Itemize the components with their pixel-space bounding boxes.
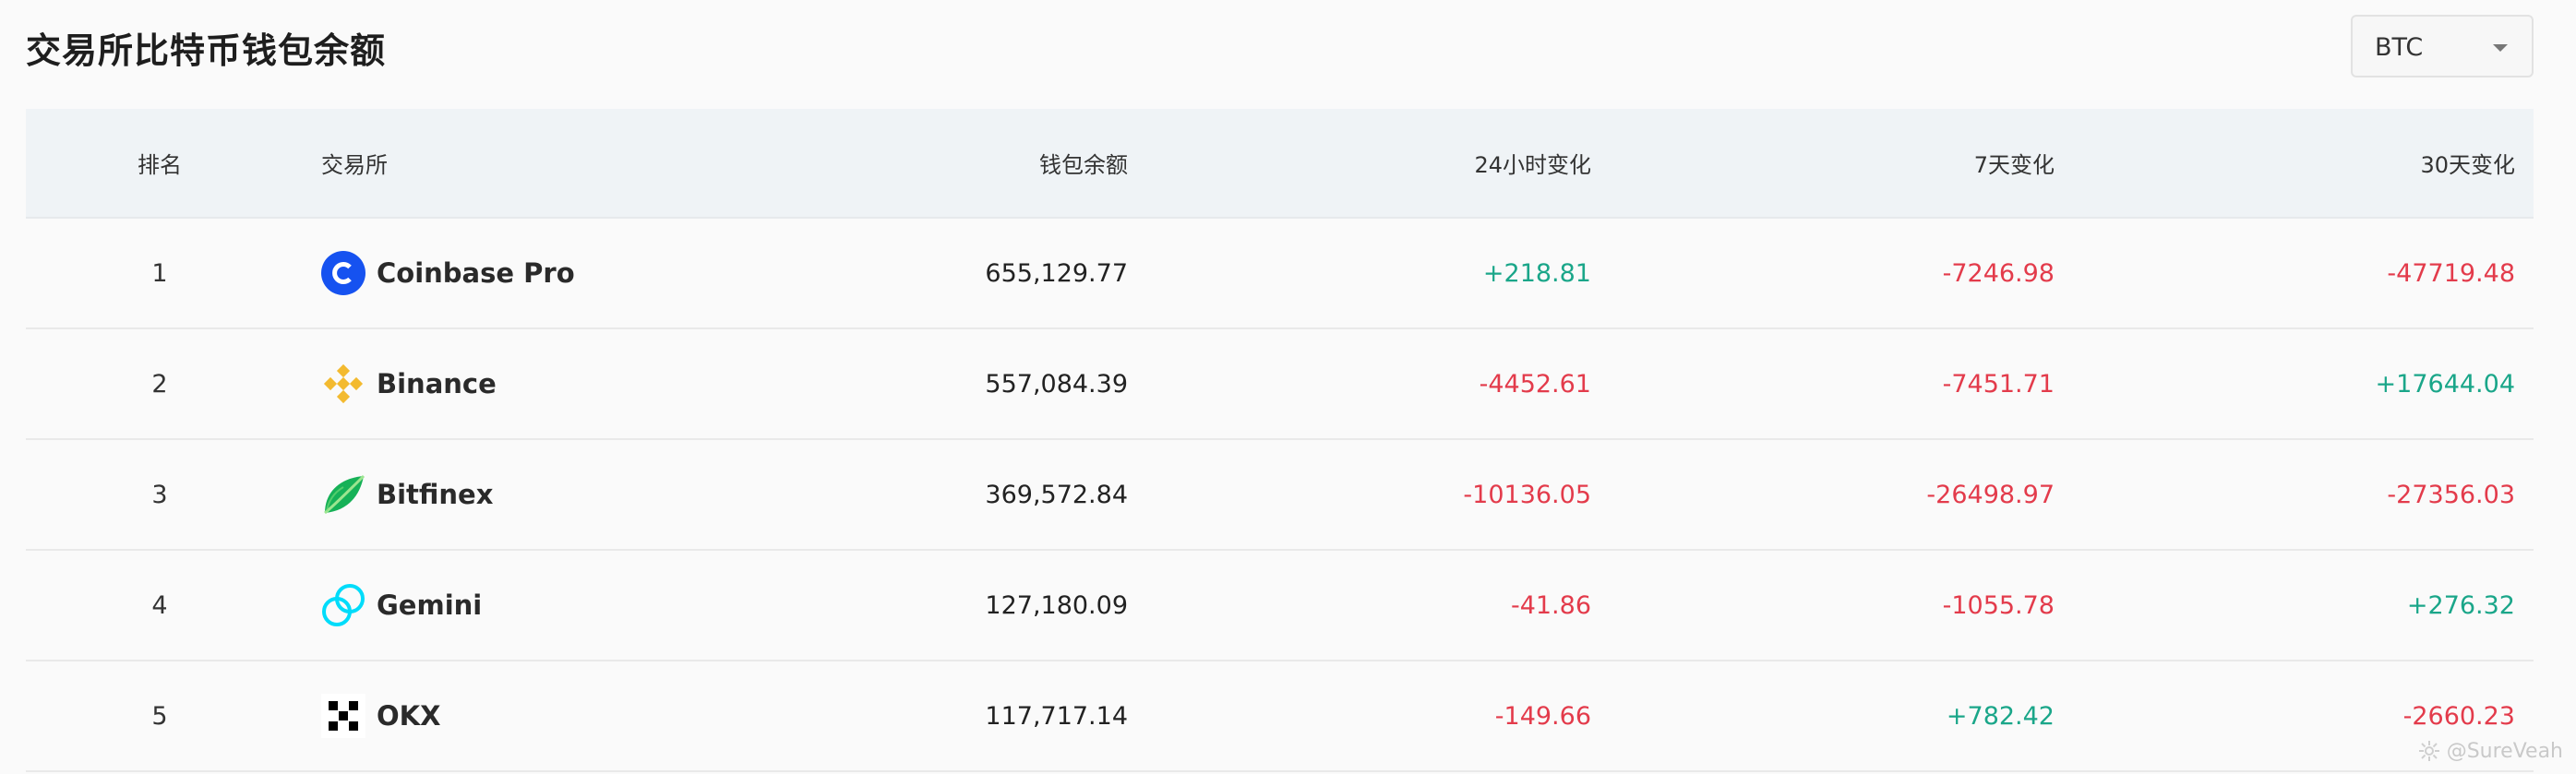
balance-cell: 369,572.84: [985, 480, 1128, 509]
page-header: 交易所比特币钱包余额 BTC: [26, 0, 2534, 96]
header-rank: 排名: [138, 152, 182, 178]
change-24h-cell: -149.66: [1494, 701, 1591, 731]
rank-cell: 1: [151, 258, 168, 288]
change-30d-cell: +17644.04: [2375, 369, 2515, 399]
change-30d-cell: +276.32: [2406, 590, 2515, 620]
exchange-name[interactable]: Bitfinex: [377, 479, 493, 510]
exchange-wallet-table: 排名 交易所 钱包余额 24小时变化 7天变化 30天变化 1 Coinbase…: [26, 109, 2534, 772]
header-exchange: 交易所: [321, 152, 388, 178]
change-7d-cell: -7246.98: [1942, 258, 2055, 288]
exchange-cell: Coinbase Pro: [294, 218, 727, 328]
rank-cell: 4: [151, 590, 168, 620]
table-row[interactable]: 2 Binance 557,084.39 -4452.61 -7451.71 +…: [26, 328, 2534, 439]
rank-cell: 5: [151, 701, 168, 731]
balance-cell: 655,129.77: [985, 258, 1128, 288]
coinbase-logo-icon: [321, 251, 365, 295]
header-change-30d: 30天变化: [2420, 152, 2515, 178]
bitfinex-logo-icon: [321, 472, 365, 517]
header-change-24h: 24小时变化: [1474, 152, 1591, 178]
rank-cell: 2: [151, 369, 168, 399]
table-row[interactable]: 1 Coinbase Pro 655,129.77 +218.81 -7246.…: [26, 218, 2534, 328]
table-row[interactable]: 4 Gemini 127,180.09 -41.86 -1055.78 +276…: [26, 550, 2534, 661]
exchange-name[interactable]: OKX: [377, 700, 440, 732]
chevron-down-icon: [2493, 44, 2508, 52]
exchange-name[interactable]: Gemini: [377, 589, 482, 621]
rank-cell: 3: [151, 480, 168, 509]
change-7d-cell: -1055.78: [1942, 590, 2055, 620]
currency-select[interactable]: BTC: [2351, 15, 2534, 77]
change-24h-cell: -4452.61: [1479, 369, 1591, 399]
exchange-name[interactable]: Coinbase Pro: [377, 257, 575, 289]
change-30d-cell: -47719.48: [2387, 258, 2515, 288]
balance-cell: 117,717.14: [985, 701, 1128, 731]
binance-logo-icon: [321, 362, 365, 406]
watermark-text: @SureVeah: [2446, 739, 2563, 763]
exchange-cell: Binance: [294, 328, 727, 439]
exchange-cell: OKX: [294, 661, 727, 771]
table-row[interactable]: 3 Bitfinex 369,572.84 -10136.05 -26498.9…: [26, 439, 2534, 550]
header-change-7d: 7天变化: [1973, 152, 2055, 178]
change-7d-cell: -7451.71: [1942, 369, 2055, 399]
watermark: @SureVeah: [2417, 739, 2563, 763]
change-7d-cell: -26498.97: [1926, 480, 2055, 509]
okx-logo-icon: [321, 694, 365, 738]
balance-cell: 557,084.39: [985, 369, 1128, 399]
change-24h-cell: -41.86: [1510, 590, 1591, 620]
table-row[interactable]: 5 OKX 117,717.14 -149.66 +782.42 -2660.2…: [26, 661, 2534, 771]
balance-cell: 127,180.09: [985, 590, 1128, 620]
change-24h-cell: +218.81: [1482, 258, 1591, 288]
change-30d-cell: -27356.03: [2387, 480, 2515, 509]
gemini-logo-icon: [321, 583, 365, 627]
watermark-logo-icon: [2418, 741, 2439, 761]
exchange-cell: Bitfinex: [294, 439, 727, 550]
currency-select-value: BTC: [2375, 33, 2424, 62]
table-header-row: 排名 交易所 钱包余额 24小时变化 7天变化 30天变化: [26, 109, 2534, 218]
header-balance: 钱包余额: [1039, 152, 1128, 178]
change-24h-cell: -10136.05: [1463, 480, 1591, 509]
change-7d-cell: +782.42: [1946, 701, 2055, 731]
page-title: 交易所比特币钱包余额: [26, 30, 387, 71]
exchange-cell: Gemini: [294, 550, 727, 661]
exchange-name[interactable]: Binance: [377, 368, 497, 399]
